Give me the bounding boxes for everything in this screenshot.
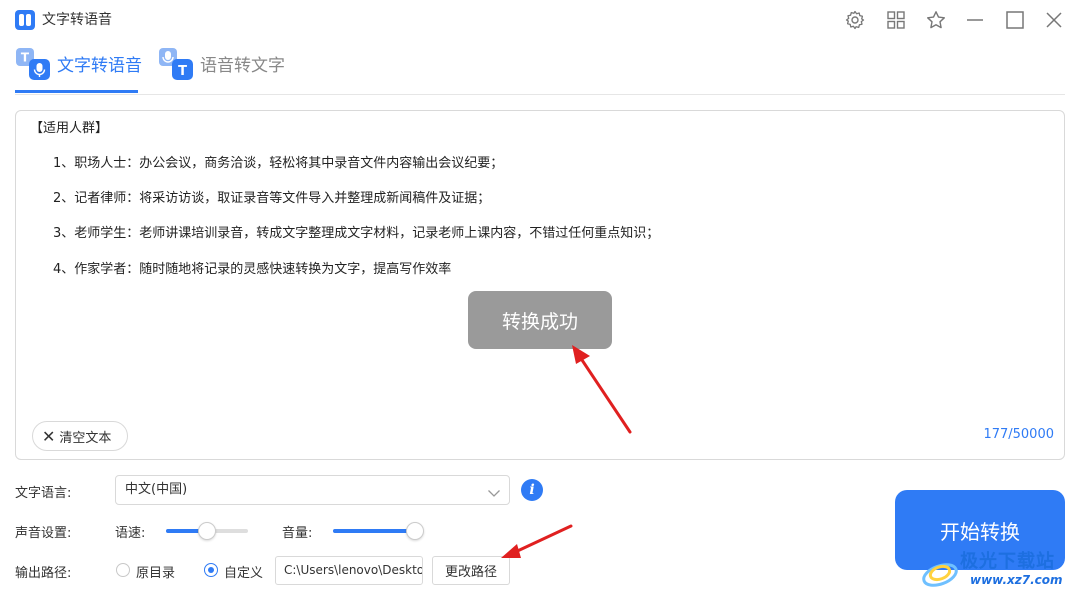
watermark-text: 极光下载站 [960, 551, 1055, 572]
svg-text:T: T [178, 64, 187, 79]
tab-text-to-speech[interactable]: T 文字转语音 [15, 46, 142, 94]
grid-icon[interactable] [884, 8, 908, 32]
radio-original-dir-label[interactable]: 原目录 [136, 562, 175, 581]
tabs-divider [15, 94, 1065, 95]
radio-original-dir[interactable] [116, 563, 130, 577]
clear-text-button[interactable]: ✕ 清空文本 [32, 421, 128, 451]
svg-text:T: T [21, 51, 30, 65]
clear-x-icon: ✕ [42, 426, 56, 446]
minimize-icon[interactable] [963, 8, 987, 32]
star-icon[interactable] [924, 8, 948, 32]
text-to-speech-icon: T [15, 46, 51, 82]
change-path-button[interactable]: 更改路径 [432, 556, 510, 585]
text-line: 3、老师学生：老师讲课培训录音，转成文字整理成文字材料，记录老师上课内容，不错过… [53, 226, 660, 241]
clear-text-label: 清空文本 [59, 430, 112, 446]
tab-label: 语音转文字 [200, 56, 285, 76]
text-line: 4、作家学者：随时随地将记录的灵感快速转换为文字，提高写作效率 [53, 262, 452, 277]
window-title: 文字转语音 [42, 12, 112, 28]
volume-slider[interactable] [333, 522, 424, 540]
speed-label: 语速: [115, 526, 146, 541]
close-icon[interactable] [1042, 8, 1066, 32]
info-icon[interactable]: i [521, 479, 543, 501]
output-path-label: 输出路径: [15, 566, 72, 581]
title-bar: 文字转语音 [0, 0, 1080, 40]
character-counter: 177/50000 [983, 427, 1054, 442]
text-line: 1、职场人士：办公会议，商务洽谈，轻松将其中录音文件内容输出会议纪要； [53, 156, 504, 171]
watermark-logo-icon [922, 563, 958, 587]
active-tab-indicator [15, 90, 138, 93]
gear-icon[interactable] [843, 8, 867, 32]
speed-slider-thumb[interactable] [198, 522, 216, 540]
text-input-area[interactable]: 【适用人群】 1、职场人士：办公会议，商务洽谈，轻松将其中录音文件内容输出会议纪… [15, 110, 1065, 460]
volume-slider-thumb[interactable] [406, 522, 424, 540]
chevron-down-icon [487, 483, 501, 497]
voice-settings-label: 声音设置: [15, 526, 72, 541]
language-value: 中文(中国) [125, 482, 188, 497]
volume-slider-fill [333, 529, 415, 533]
speed-slider[interactable] [166, 522, 248, 540]
tab-speech-to-text[interactable]: T 语音转文字 [158, 46, 285, 94]
maximize-icon[interactable] [1003, 8, 1027, 32]
language-label: 文字语言: [15, 486, 72, 501]
watermark-url: www.xz7.com [970, 573, 1063, 587]
text-line: 【适用人群】 [30, 121, 109, 136]
radio-custom-dir[interactable] [204, 563, 218, 577]
output-path-field[interactable]: C:\Users\lenovo\Desktop [275, 556, 423, 585]
language-select[interactable]: 中文(中国) [115, 475, 510, 505]
watermark: 极光下载站 www.xz7.com [918, 545, 1078, 597]
text-line: 2、记者律师：将采访访谈，取证录音等文件导入并整理成新闻稿件及证据； [53, 191, 491, 206]
tab-label: 文字转语音 [57, 56, 142, 76]
speech-to-text-icon: T [158, 46, 194, 82]
volume-label: 音量: [282, 526, 313, 541]
radio-custom-dir-label[interactable]: 自定义 [224, 562, 263, 581]
app-logo-icon [15, 10, 35, 30]
success-toast: 转换成功 [468, 291, 612, 349]
